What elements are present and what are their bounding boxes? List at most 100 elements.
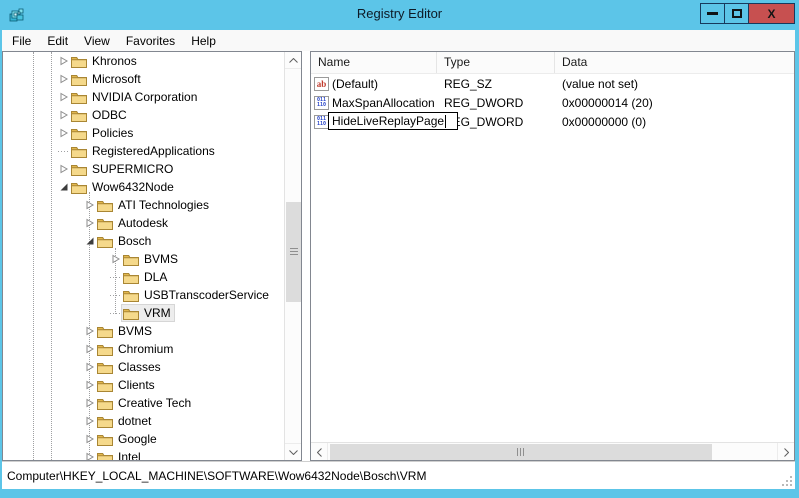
maximize-button[interactable] [724, 3, 749, 24]
menu-bar: FileEditViewFavoritesHelp [2, 30, 795, 51]
list-scrollbar-thumb[interactable] [330, 444, 712, 460]
tree-item-dotnet[interactable]: dotnet [3, 412, 284, 430]
tree-item-bvms[interactable]: BVMS [3, 250, 284, 268]
tree-item-microsoft[interactable]: Microsoft [3, 70, 284, 88]
tree-item-label: Policies [92, 126, 133, 140]
expand-icon[interactable] [58, 125, 70, 141]
folder-icon [97, 235, 113, 248]
resize-grip[interactable] [781, 475, 793, 487]
tree-item-registeredapplications[interactable]: RegisteredApplications [3, 142, 284, 160]
tree-item-chromium[interactable]: Chromium [3, 340, 284, 358]
tree-item-bosch[interactable]: Bosch [3, 232, 284, 250]
folder-icon [97, 433, 113, 446]
tree-item-policies[interactable]: Policies [3, 124, 284, 142]
tree-item-autodesk[interactable]: Autodesk [3, 214, 284, 232]
value-data: 0x00000014 (20) [555, 96, 794, 110]
tree-item-dla[interactable]: DLA [3, 268, 284, 286]
folder-icon [97, 343, 113, 356]
tree-item-creative-tech[interactable]: Creative Tech [3, 394, 284, 412]
menu-file[interactable]: File [4, 32, 39, 50]
tree-item-label: BVMS [144, 252, 178, 266]
maximize-icon [732, 9, 742, 18]
tree-item-nvidia-corporation[interactable]: NVIDIA Corporation [3, 88, 284, 106]
minimize-button[interactable] [700, 3, 725, 24]
menu-edit[interactable]: Edit [39, 32, 76, 50]
tree-item-classes[interactable]: Classes [3, 358, 284, 376]
expand-icon[interactable] [84, 431, 96, 447]
tree-connector [110, 287, 122, 303]
list-horizontal-scrollbar[interactable] [311, 442, 794, 460]
menu-help[interactable]: Help [183, 32, 224, 50]
tree-item-wow6432node[interactable]: Wow6432Node [3, 178, 284, 196]
value-name-edit-input[interactable]: HideLiveReplayPage [328, 112, 458, 130]
folder-icon [123, 289, 139, 302]
tree-item-vrm[interactable]: VRM [3, 304, 284, 322]
close-button[interactable]: X [748, 3, 795, 24]
tree-item-label: USBTranscoderService [144, 288, 269, 302]
tree-item-google[interactable]: Google [3, 430, 284, 448]
tree-connector [110, 269, 122, 285]
folder-icon [123, 253, 139, 266]
scroll-left-icon[interactable] [311, 443, 328, 461]
tree-item-label: NVIDIA Corporation [92, 90, 197, 104]
tree-item-label: RegisteredApplications [92, 144, 215, 158]
tree-item-label: ATI Technologies [118, 198, 209, 212]
scrollbar-grip-icon [290, 248, 298, 256]
expand-icon[interactable] [58, 89, 70, 105]
scroll-down-icon[interactable] [285, 443, 302, 460]
expand-icon[interactable] [84, 197, 96, 213]
value-row--default-[interactable]: ab(Default)REG_SZ(value not set) [311, 74, 794, 93]
tree-item-label: Chromium [118, 342, 173, 356]
tree-item-label: Clients [118, 378, 155, 392]
scroll-up-icon[interactable] [285, 52, 302, 69]
tree-item-khronos[interactable]: Khronos [3, 52, 284, 70]
scroll-right-icon[interactable] [777, 443, 794, 461]
expand-icon[interactable] [110, 251, 122, 267]
tree-item-intel[interactable]: Intel [3, 448, 284, 460]
tree-scrollbar-thumb[interactable] [286, 202, 301, 302]
tree-item-label: Wow6432Node [92, 180, 174, 194]
tree-connector [110, 305, 122, 321]
expand-icon[interactable] [58, 53, 70, 69]
column-header-name[interactable]: Name [311, 52, 437, 73]
folder-icon [123, 307, 139, 320]
tree-item-clients[interactable]: Clients [3, 376, 284, 394]
folder-icon [71, 181, 87, 194]
tree-item-label: Microsoft [92, 72, 141, 86]
value-name: MaxSpanAllocation [332, 96, 435, 110]
tree-item-label: BVMS [118, 324, 152, 338]
expand-icon[interactable] [84, 215, 96, 231]
tree-item-odbc[interactable]: ODBC [3, 106, 284, 124]
column-header-data[interactable]: Data [555, 52, 794, 73]
menu-view[interactable]: View [76, 32, 118, 50]
expand-icon[interactable] [84, 395, 96, 411]
expand-icon[interactable] [84, 413, 96, 429]
expand-icon[interactable] [58, 161, 70, 177]
menu-favorites[interactable]: Favorites [118, 32, 183, 50]
tree-item-bvms[interactable]: BVMS [3, 322, 284, 340]
column-header-type[interactable]: Type [437, 52, 555, 73]
expand-icon[interactable] [84, 449, 96, 460]
scrollbar-grip-icon [517, 448, 525, 456]
collapse-icon[interactable] [58, 179, 70, 195]
folder-icon [97, 199, 113, 212]
registry-editor-window: { "window": { "title": "Registry Editor"… [0, 0, 799, 498]
expand-icon[interactable] [58, 107, 70, 123]
string-value-icon: ab [314, 77, 329, 91]
tree-item-ati-technologies[interactable]: ATI Technologies [3, 196, 284, 214]
folder-icon [123, 271, 139, 284]
value-row-maxspanallocation[interactable]: 011110MaxSpanAllocationREG_DWORD0x000000… [311, 93, 794, 112]
expand-icon[interactable] [84, 377, 96, 393]
tree-item-label: Classes [118, 360, 161, 374]
tree-item-label: Khronos [92, 54, 137, 68]
expand-icon[interactable] [84, 359, 96, 375]
value-row-hidelivereplaypage[interactable]: 011110REG_DWORD0x00000000 (0)HideLiveRep… [311, 112, 794, 131]
tree-item-supermicro[interactable]: SUPERMICRO [3, 160, 284, 178]
expand-icon[interactable] [84, 341, 96, 357]
expand-icon[interactable] [84, 323, 96, 339]
tree-vertical-scrollbar[interactable] [284, 52, 301, 460]
title-bar[interactable]: Registry Editor X [0, 0, 799, 30]
collapse-icon[interactable] [84, 233, 96, 249]
tree-item-usbtranscoderservice[interactable]: USBTranscoderService [3, 286, 284, 304]
expand-icon[interactable] [58, 71, 70, 87]
